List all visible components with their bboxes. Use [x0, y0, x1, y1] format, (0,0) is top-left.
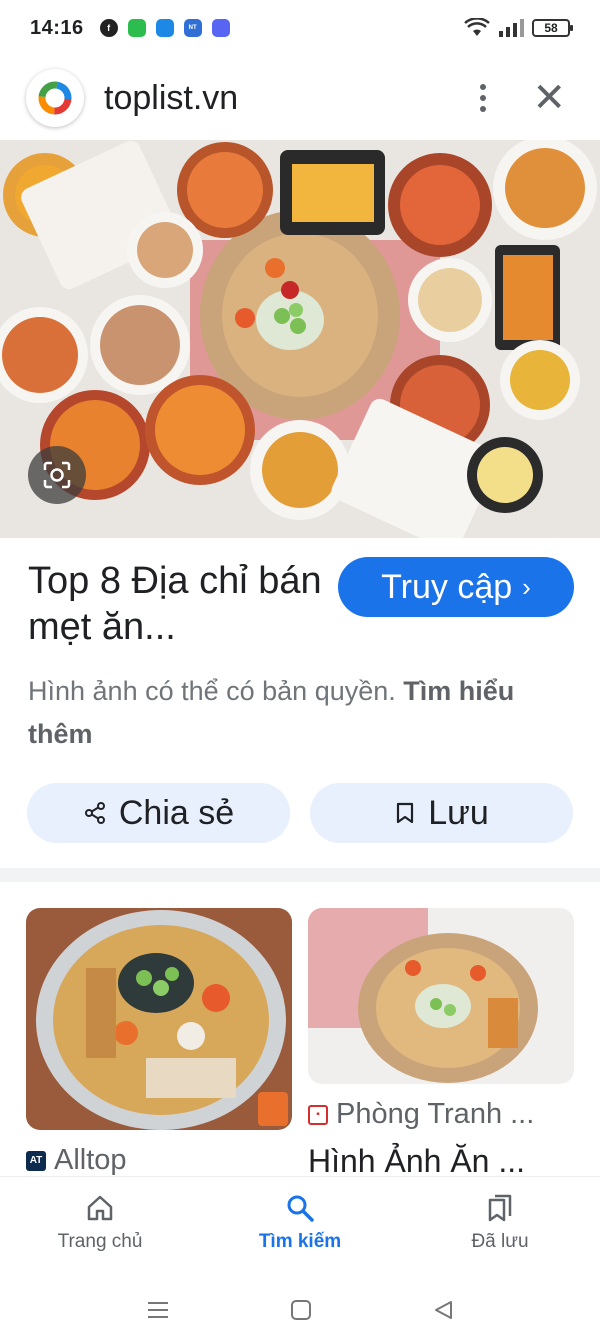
bookmarks-icon: [488, 1194, 512, 1221]
messenger-icon: [155, 19, 174, 37]
home-icon: [87, 1195, 113, 1220]
notification-icons: f NT: [99, 19, 230, 37]
related-image[interactable]: [308, 908, 574, 1084]
related-card[interactable]: AT Alltop: [26, 908, 292, 1177]
alltop-favicon: AT: [26, 1150, 46, 1171]
bottom-navigation: Trang chủ Tìm kiếm Đã lưu: [0, 1176, 600, 1268]
food-platter-photo: [0, 140, 600, 538]
nav-home[interactable]: Trang chủ: [0, 1177, 200, 1268]
toplist-logo-icon: [38, 81, 72, 115]
nav-saved[interactable]: Đã lưu: [400, 1177, 600, 1268]
close-icon[interactable]: ✕: [532, 78, 566, 118]
site-title[interactable]: toplist.vn: [104, 79, 238, 118]
related-images-grid: AT Alltop ▪ Phòng Tranh ... Hình Ảnh Ăn …: [26, 908, 574, 1178]
back-triangle-icon[interactable]: [432, 1299, 454, 1321]
copyright-text: Hình ảnh có thể có bản quyền.: [28, 676, 396, 706]
wechat-icon: [127, 19, 146, 37]
visit-button-label: Truy cập: [381, 567, 513, 606]
related-source-name: Phòng Tranh ...: [336, 1098, 535, 1130]
action-row: Chia sẻ Lưu: [27, 783, 573, 843]
chevron-right-icon: ›: [522, 571, 531, 602]
nav-search[interactable]: Tìm kiếm: [200, 1177, 400, 1268]
copyright-notice: Hình ảnh có thể có bản quyền. Tìm hiểu t…: [28, 670, 568, 756]
battery-icon: 58: [532, 19, 573, 37]
lens-icon: [43, 461, 71, 489]
more-options-icon[interactable]: [480, 84, 487, 112]
save-label: Lưu: [428, 793, 489, 832]
related-image[interactable]: [26, 908, 292, 1130]
share-icon: [84, 802, 105, 824]
share-label: Chia sẻ: [118, 793, 235, 832]
related-source-name: Alltop: [54, 1144, 127, 1176]
related-source: ▪ Phòng Tranh ...: [308, 1098, 574, 1131]
phong-tranh-favicon: ▪: [308, 1104, 328, 1125]
related-source: AT Alltop: [26, 1144, 292, 1177]
novel-toon-icon: NT: [183, 19, 202, 37]
bookmark-icon: [397, 802, 414, 824]
status-time: 14:16: [30, 16, 84, 39]
status-bar: 14:16 f NT 58: [0, 0, 600, 56]
result-title: Top 8 Địa chỉ bán mẹt ăn...: [28, 560, 322, 648]
signal-icon: [499, 19, 524, 37]
recents-menu-icon[interactable]: [146, 1300, 170, 1320]
platter-photo: [308, 908, 574, 1084]
visit-button[interactable]: Truy cập ›: [338, 557, 574, 617]
share-button[interactable]: Chia sẻ: [27, 783, 290, 843]
home-square-icon[interactable]: [290, 1299, 312, 1321]
header-actions: ✕: [480, 78, 566, 118]
facebook-icon: f: [99, 19, 118, 37]
hero-image[interactable]: [0, 140, 600, 538]
platter-photo: [26, 908, 292, 1130]
related-caption: Hình Ảnh Ăn ...: [308, 1143, 526, 1178]
site-favicon: [26, 69, 84, 127]
nav-search-label: Tìm kiếm: [258, 1230, 342, 1252]
viewer-header: toplist.vn ✕: [0, 60, 600, 136]
related-card[interactable]: ▪ Phòng Tranh ... Hình Ảnh Ăn ...: [308, 908, 574, 1178]
system-navigation: [0, 1276, 600, 1343]
nav-saved-label: Đã lưu: [471, 1230, 529, 1252]
section-divider: [0, 868, 600, 882]
status-indicators: 58: [464, 18, 573, 38]
discord-icon: [211, 19, 230, 37]
google-lens-button[interactable]: [28, 446, 86, 504]
wifi-icon: [464, 18, 490, 36]
nav-home-label: Trang chủ: [57, 1230, 143, 1252]
save-button[interactable]: Lưu: [310, 783, 573, 843]
search-icon: [287, 1195, 314, 1222]
